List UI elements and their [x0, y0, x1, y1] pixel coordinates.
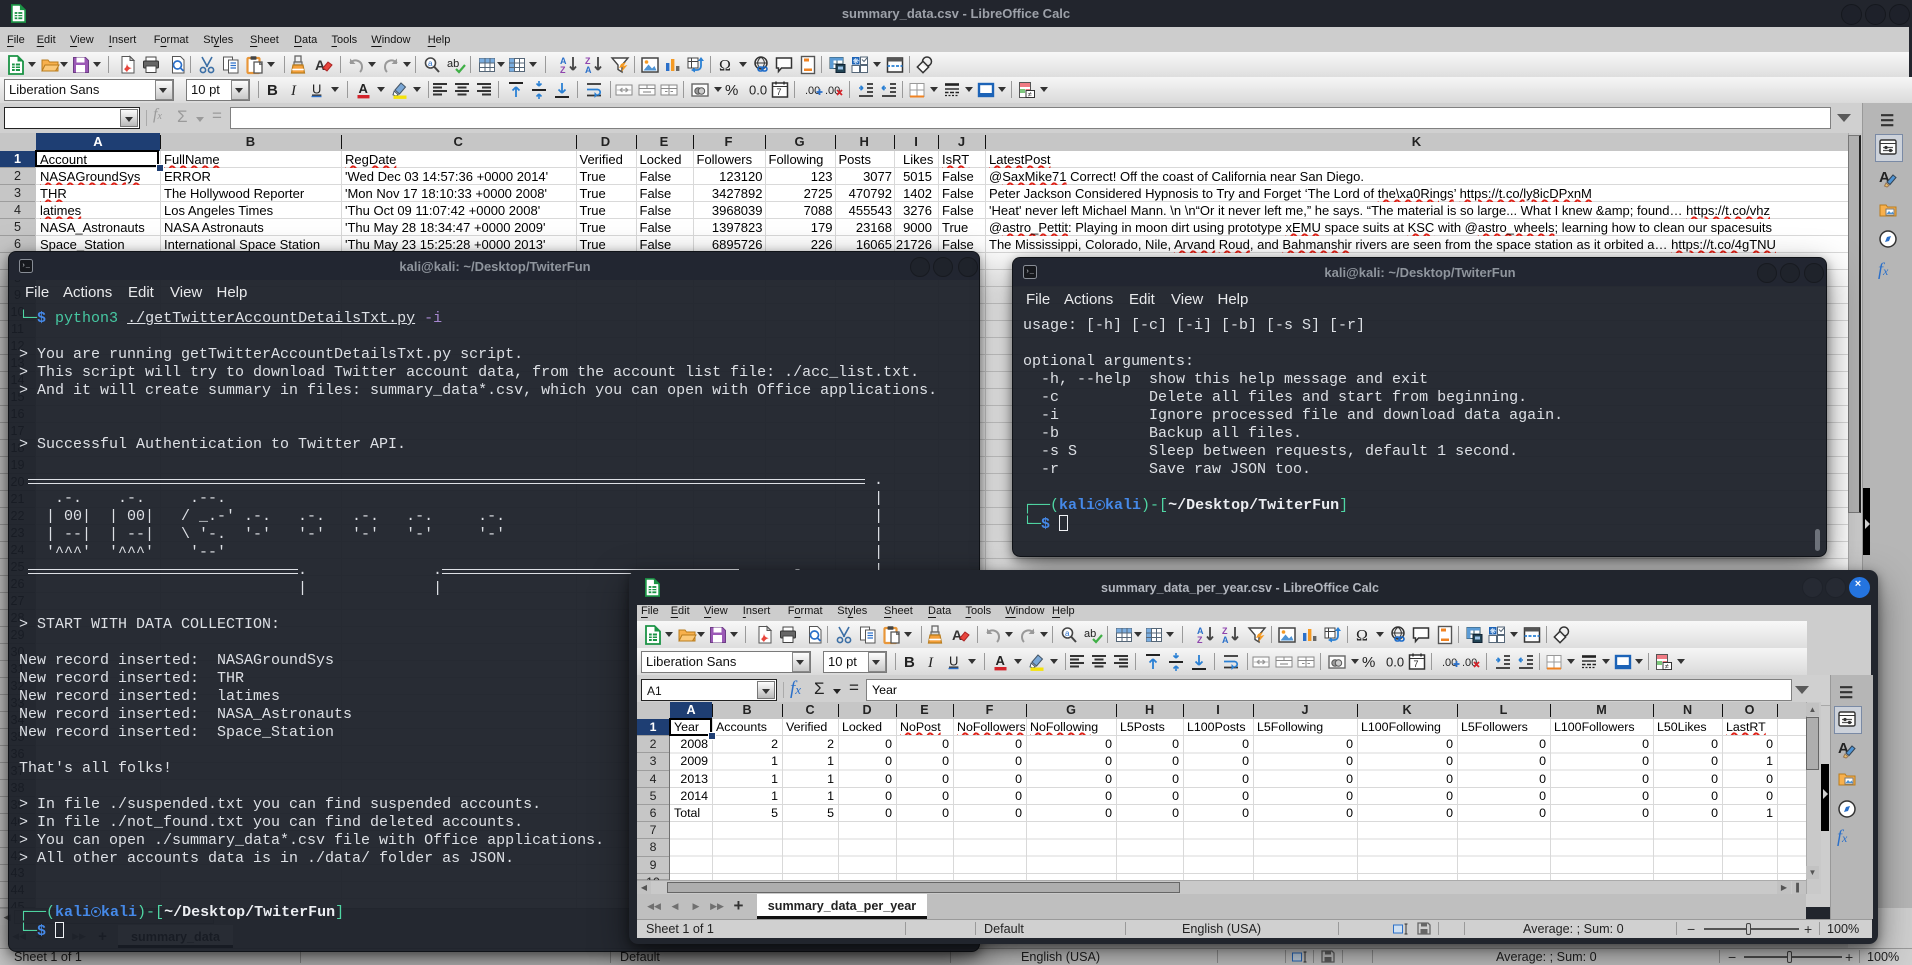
svg-text:Z: Z	[560, 65, 566, 75]
svg-text:7: 7	[1414, 659, 1419, 669]
svg-text:≠: ≠	[1028, 92, 1032, 99]
svg-text:I: I	[290, 83, 297, 99]
svg-text:A: A	[585, 65, 592, 75]
svg-text:a: a	[1065, 629, 1070, 638]
svg-text:A: A	[1222, 635, 1229, 645]
svg-text:.00: .00	[805, 85, 820, 97]
svg-text:Ω: Ω	[1356, 628, 1368, 645]
svg-text:Z: Z	[1197, 635, 1203, 645]
svg-text:ab: ab	[1084, 628, 1096, 640]
svg-text:%: %	[725, 82, 738, 99]
svg-text:B: B	[904, 654, 915, 671]
svg-text:U: U	[312, 82, 321, 97]
svg-text:.00: .00	[1442, 657, 1457, 669]
svg-text:≠: ≠	[1665, 664, 1669, 671]
svg-text:A: A	[359, 81, 369, 96]
svg-text:a: a	[428, 59, 433, 68]
svg-text:0.0: 0.0	[1386, 655, 1404, 670]
svg-text:7: 7	[777, 87, 782, 97]
svg-text:I: I	[927, 655, 934, 671]
svg-text:0.0: 0.0	[749, 83, 767, 98]
svg-text:ab: ab	[447, 58, 459, 70]
svg-text:%: %	[1362, 654, 1375, 671]
svg-text:A: A	[996, 653, 1006, 668]
svg-text:A: A	[315, 57, 325, 73]
svg-text:B: B	[267, 82, 278, 99]
svg-text:U: U	[949, 654, 958, 669]
svg-text:Ω: Ω	[719, 58, 731, 75]
svg-text:A: A	[952, 627, 962, 643]
